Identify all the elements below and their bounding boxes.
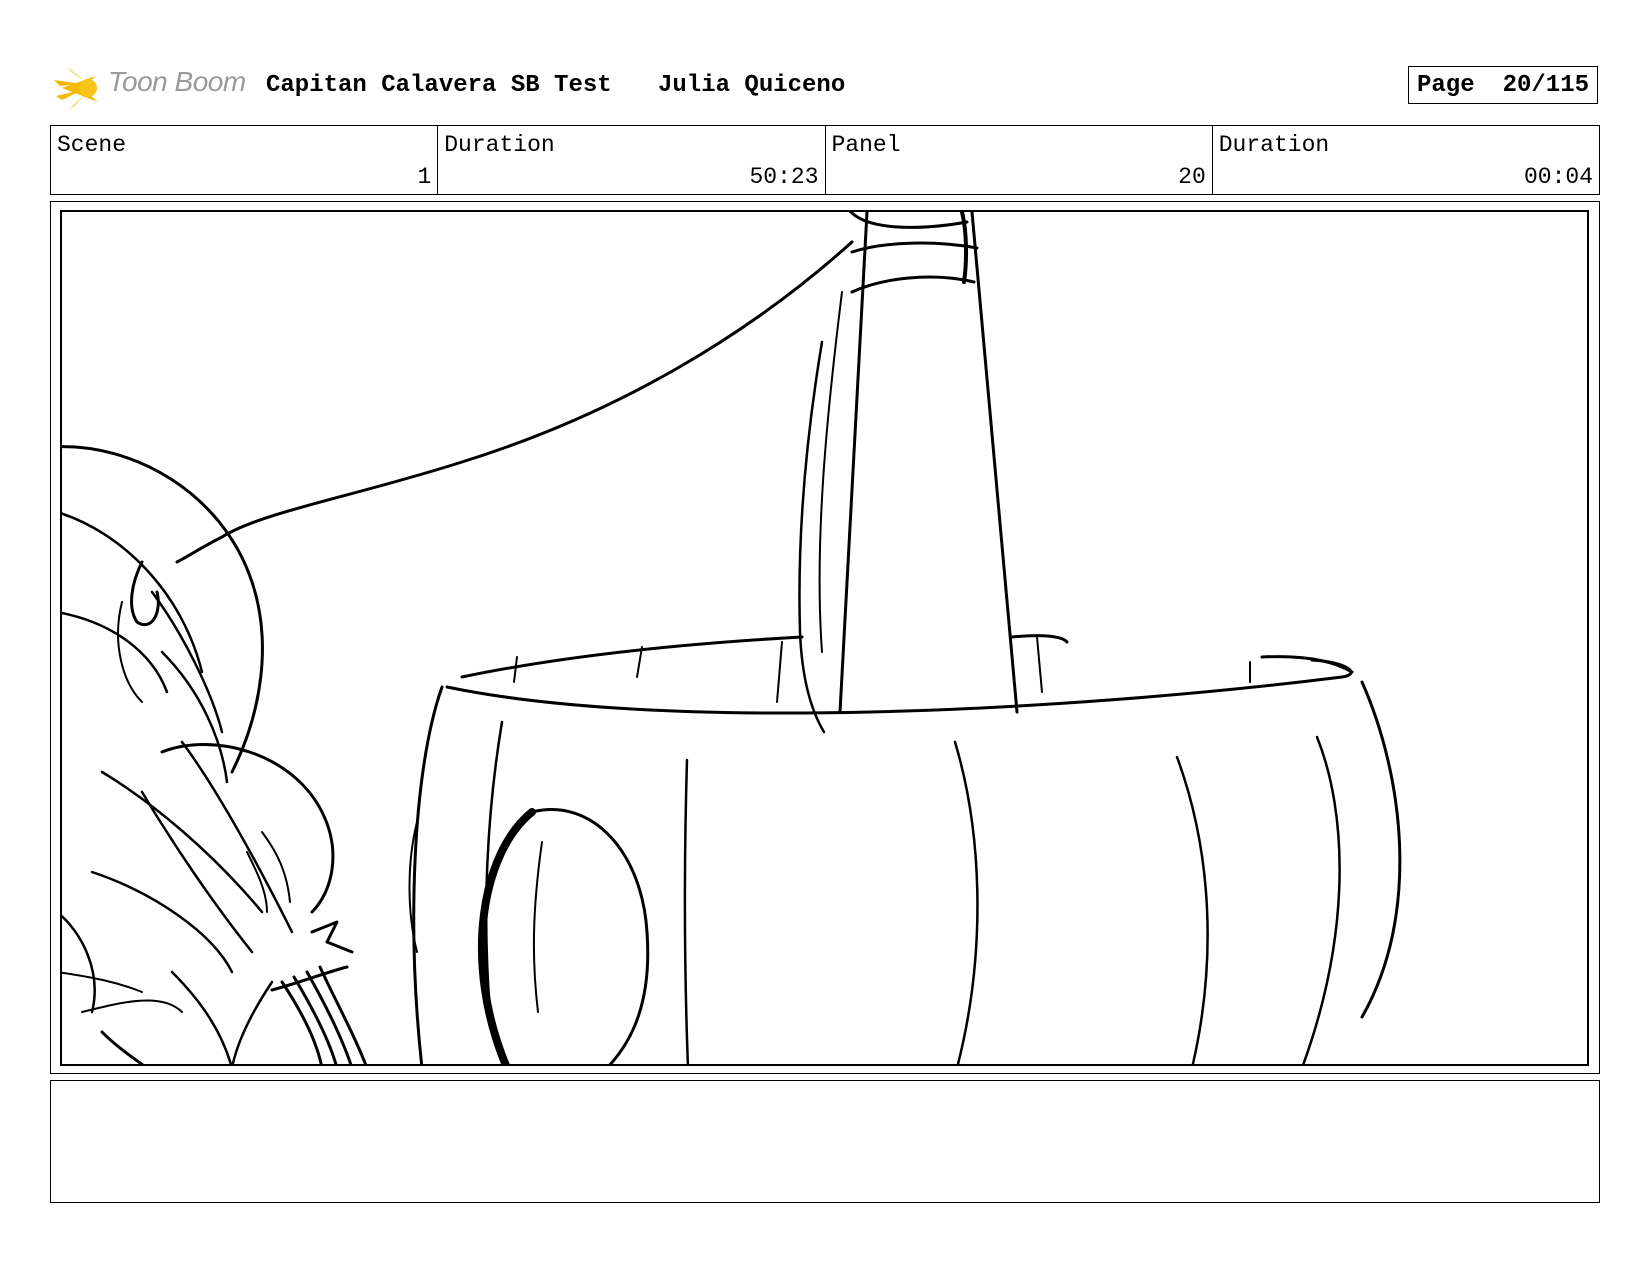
brush-base [270,965,349,992]
scene-value: 1 [417,164,432,190]
rim-tick-1 [513,656,518,683]
hand-detail2 [246,851,268,913]
body-line3 [81,999,183,1013]
scene-cell: Scene 1 [51,126,439,194]
panel-cell: Panel 20 [826,126,1213,194]
panel-info-table: Scene 1 Duration 50:23 Panel 20 Duration… [50,125,1600,195]
brush-spike [310,920,354,954]
page-number: 20/115 [1502,71,1590,99]
lower-line [170,970,233,1064]
author-name: Julia Quiceno [658,72,846,99]
arm-line2 [140,790,254,954]
storyboard-panel-image [60,210,1589,1066]
bowl-rim-front [445,658,1353,715]
brush-bristle-4 [318,965,368,1064]
storyboard-panel-frame [50,201,1600,1074]
bowl-stave-5 [1302,735,1341,1064]
sketch-drawing [62,212,1402,1064]
head-outline [62,445,264,774]
bottle-neck-ring2 [850,275,976,294]
face-line [150,590,224,734]
body-line4 [62,971,143,993]
scene-duration-label: Duration [444,132,555,158]
string-line [175,240,854,564]
bowl-right-side [1360,680,1402,1019]
hand-detail [261,831,291,903]
barrel-hole-mark [532,841,543,1013]
toon-boom-logo: Toon Boom [52,58,252,114]
arm-line [100,770,264,914]
rim-tick-3 [776,641,783,703]
scene-duration-cell: Duration 50:23 [438,126,826,194]
barrel-hole-shadow [477,808,536,1064]
page-indicator: Page 20/115 [1408,66,1598,104]
bottle-right-line [970,212,1019,714]
toon-boom-star-icon [54,66,98,110]
bowl-stave-2 [683,758,690,1064]
bowl-rim-back [460,635,804,679]
hand-outline [160,743,335,914]
panel-duration-cell: Duration 00:04 [1213,126,1599,194]
project-title: Capitan Calavera SB Test [266,72,612,99]
bottle-left-line [838,212,869,714]
page-label: Page [1416,71,1475,99]
panel-label: Panel [831,132,901,158]
logo-text: Toon Boom [108,66,246,97]
bowl-stave-4 [1175,755,1209,1064]
panel-value: 20 [1178,164,1206,190]
bowl-stave-3 [953,740,979,1064]
scene-duration-value: 50:23 [749,164,819,190]
panel-duration-label: Duration [1218,132,1330,158]
scene-label: Scene [57,132,127,158]
body-line [90,870,234,974]
bowl-rim-right [1260,655,1354,674]
lower-line2 [231,980,274,1064]
finger-line [180,740,294,934]
panel-notes-box [50,1080,1600,1203]
bowl-rim-mark [1010,634,1069,644]
panel-duration-value: 00:04 [1523,164,1593,190]
rim-tick-4 [1036,636,1043,693]
barrel-hole-outline [530,808,650,1064]
bowl-left-side [412,685,444,1064]
bottle-neck-ring [850,241,979,254]
bottle-shade-line2 [818,291,843,653]
brush-bristle-1 [280,980,323,1064]
body-line2 [62,914,96,1014]
ear-inner [117,601,143,703]
lower-line3 [100,1030,145,1064]
